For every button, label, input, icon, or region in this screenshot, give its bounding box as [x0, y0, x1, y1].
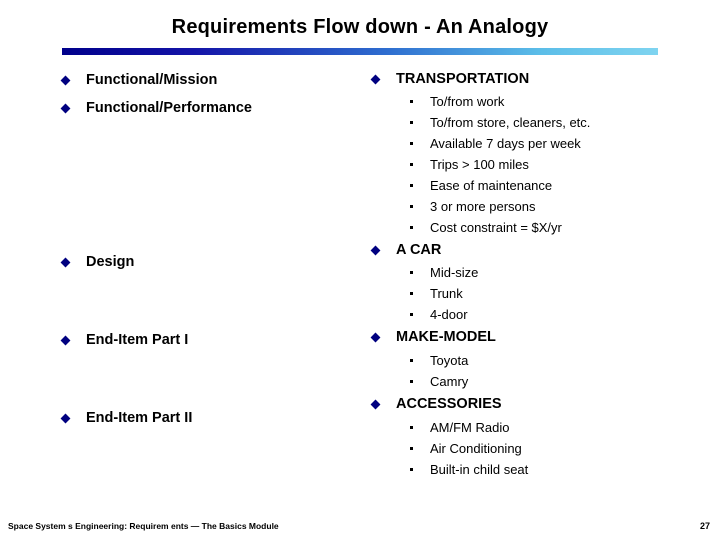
square-bullet-icon — [410, 447, 413, 450]
square-bullet-icon — [410, 184, 413, 187]
square-bullet-icon — [410, 359, 413, 362]
list-item: To/from store, cleaners, etc. — [410, 112, 590, 133]
right-bullet-a-car: A CAR — [370, 241, 442, 260]
right-bullet-a-car-label: A CAR — [396, 242, 442, 258]
left-bullet-2: Functional/Performance — [60, 99, 252, 118]
list-item-label: 3 or more persons — [430, 199, 536, 214]
diamond-bullet-icon — [370, 332, 381, 343]
right-bullet-transportation-label: TRANSPORTATION — [396, 71, 530, 87]
list-item-label: Toyota — [430, 353, 469, 368]
square-bullet-icon — [410, 313, 413, 316]
list-item-label: Trips > 100 miles — [430, 157, 529, 172]
right-bullet-accessories-label: ACCESSORIES — [396, 396, 502, 412]
list-item: Ease of maintenance — [410, 175, 590, 196]
make-model-sublist: Toyota Camry — [410, 350, 468, 392]
left-bullet-4-label: End-Item Part I — [86, 332, 189, 348]
list-item-label: Ease of maintenance — [430, 178, 553, 193]
right-bullet-make-model-label: MAKE-MODEL — [396, 329, 496, 345]
left-bullet-4: End-Item Part I — [60, 331, 189, 350]
square-bullet-icon — [410, 121, 413, 124]
square-bullet-icon — [410, 205, 413, 208]
list-item: Trunk — [410, 283, 478, 304]
list-item: Trips > 100 miles — [410, 154, 590, 175]
list-item-label: Air Conditioning — [430, 441, 522, 456]
slide: Requirements Flow down - An Analogy Func… — [0, 0, 720, 540]
diamond-bullet-icon — [60, 75, 71, 86]
list-item-label: Trunk — [430, 286, 463, 301]
diamond-bullet-icon — [370, 245, 381, 256]
diamond-bullet-icon — [60, 257, 71, 268]
list-item-label: Built-in child seat — [430, 462, 529, 477]
list-item-label: Available 7 days per week — [430, 136, 581, 151]
right-bullet-accessories: ACCESSORIES — [370, 395, 502, 414]
slide-page-number: 27 — [700, 521, 711, 531]
list-item: Cost constraint = $X/yr — [410, 217, 590, 238]
left-bullet-1: Functional/Mission — [60, 71, 218, 90]
list-item: Built-in child seat — [410, 459, 528, 480]
square-bullet-icon — [410, 226, 413, 229]
list-item: 4-door — [410, 304, 478, 325]
a-car-sublist: Mid-size Trunk 4-door — [410, 262, 478, 325]
left-bullet-1-label: Functional/Mission — [86, 72, 218, 88]
list-item: Air Conditioning — [410, 438, 528, 459]
list-item-label: To/from store, cleaners, etc. — [430, 115, 591, 130]
transportation-sublist: To/from work To/from store, cleaners, et… — [410, 91, 590, 238]
accessories-sublist: AM/FM Radio Air Conditioning Built-in ch… — [410, 417, 528, 480]
list-item-label: 4-door — [430, 307, 468, 322]
diamond-bullet-icon — [60, 413, 71, 424]
diamond-bullet-icon — [60, 335, 71, 346]
list-item-label: Camry — [430, 374, 469, 389]
list-item: Available 7 days per week — [410, 133, 590, 154]
square-bullet-icon — [410, 142, 413, 145]
list-item-label: Mid-size — [430, 265, 479, 280]
left-bullet-5: End-Item Part II — [60, 409, 193, 428]
square-bullet-icon — [410, 163, 413, 166]
list-item: Camry — [410, 371, 468, 392]
right-bullet-transportation: TRANSPORTATION — [370, 70, 530, 89]
square-bullet-icon — [410, 468, 413, 471]
square-bullet-icon — [410, 426, 413, 429]
list-item: To/from work — [410, 91, 590, 112]
list-item: Mid-size — [410, 262, 478, 283]
left-bullet-5-label: End-Item Part II — [86, 410, 193, 426]
square-bullet-icon — [410, 100, 413, 103]
slide-footer: Space System s Engineering: Requirem ent… — [8, 521, 279, 531]
diamond-bullet-icon — [370, 74, 381, 85]
square-bullet-icon — [410, 380, 413, 383]
list-item: Toyota — [410, 350, 468, 371]
square-bullet-icon — [410, 292, 413, 295]
square-bullet-icon — [410, 271, 413, 274]
left-bullet-3-label: Design — [86, 254, 135, 270]
title-divider-bar — [62, 48, 658, 55]
list-item: AM/FM Radio — [410, 417, 528, 438]
left-bullet-3: Design — [60, 253, 135, 272]
list-item-label: AM/FM Radio — [430, 420, 510, 435]
diamond-bullet-icon — [60, 103, 71, 114]
diamond-bullet-icon — [370, 399, 381, 410]
list-item: 3 or more persons — [410, 196, 590, 217]
right-bullet-make-model: MAKE-MODEL — [370, 328, 496, 347]
list-item-label: To/from work — [430, 94, 505, 109]
list-item-label: Cost constraint = $X/yr — [430, 220, 562, 235]
left-bullet-2-label: Functional/Performance — [86, 100, 252, 116]
page-title: Requirements Flow down - An Analogy — [171, 16, 549, 38]
